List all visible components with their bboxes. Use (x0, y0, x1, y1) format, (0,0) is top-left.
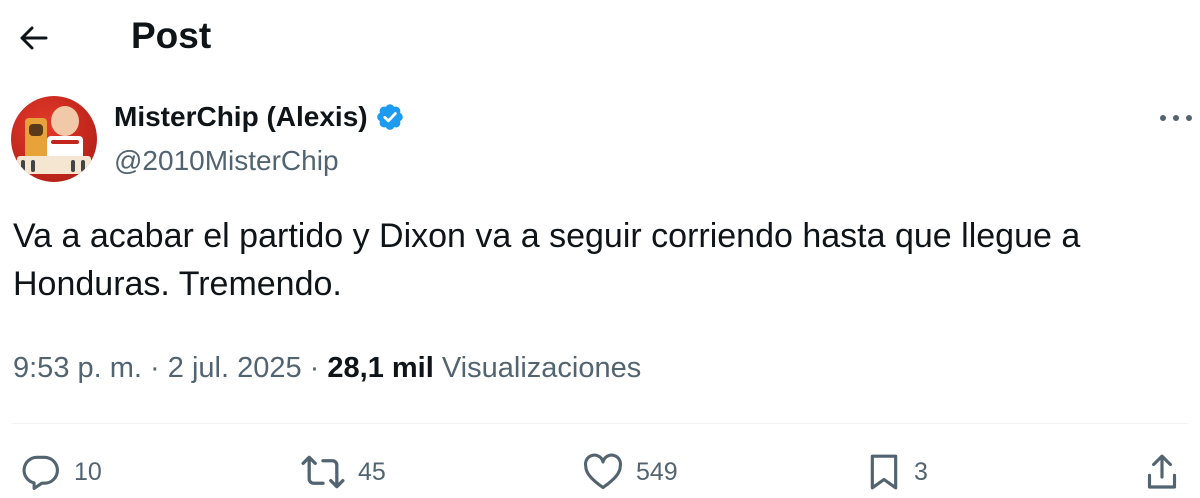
meta-separator-2: · (309, 352, 320, 384)
more-options-button[interactable] (1156, 102, 1196, 134)
bookmark-icon (870, 454, 898, 490)
post-text: Va a acabar el partido y Dixon va a segu… (13, 217, 1081, 303)
bookmark-count: 3 (914, 457, 928, 486)
more-horizontal-icon (1160, 115, 1192, 121)
back-button[interactable] (14, 18, 54, 58)
meta-separator: · (150, 352, 160, 384)
reply-count: 10 (74, 457, 102, 486)
post-detail-page: Post MisterChip (Alexis) @2010MisterChip… (0, 0, 1200, 498)
page-title: Post (131, 15, 212, 56)
avatar[interactable] (11, 96, 97, 182)
like-count: 549 (636, 457, 678, 486)
author-name[interactable]: MisterChip (Alexis) (114, 98, 405, 136)
views-label: Visualizaciones (441, 352, 642, 384)
views-count: 28,1 mil (327, 352, 434, 384)
verified-badge-icon (376, 104, 403, 130)
bookmark-button[interactable]: 3 (866, 450, 928, 494)
repost-icon (301, 455, 345, 489)
arrow-left-icon (20, 26, 48, 50)
post-date[interactable]: 2 jul. 2025 (168, 352, 302, 384)
reply-icon (22, 455, 59, 490)
header-bar: Post (0, 0, 1200, 76)
like-button[interactable]: 549 (582, 450, 678, 494)
repost-button[interactable]: 45 (300, 450, 386, 494)
author-handle[interactable]: @2010MisterChip (114, 142, 339, 180)
author-name-text: MisterChip (Alexis) (114, 101, 368, 132)
reply-button[interactable]: 10 (20, 450, 102, 494)
heart-icon (583, 453, 623, 490)
repost-count: 45 (358, 457, 386, 486)
post-meta: 9:53 p. m. · 2 jul. 2025 · 28,1 mil Visu… (13, 347, 641, 389)
post-time[interactable]: 9:53 p. m. (13, 352, 142, 384)
share-button[interactable] (1144, 450, 1180, 494)
share-icon (1147, 454, 1177, 489)
divider (12, 423, 1188, 424)
